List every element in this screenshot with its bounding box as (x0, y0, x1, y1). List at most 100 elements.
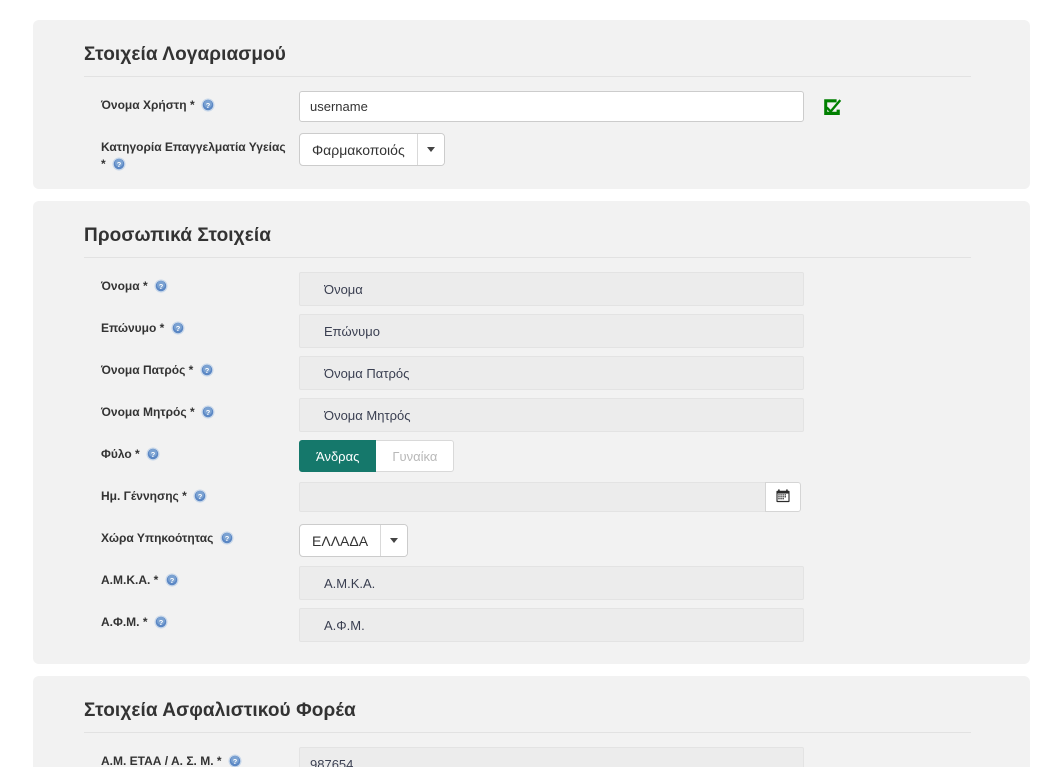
field-nationality: ΕΛΛΑΔΑ (299, 524, 1012, 557)
calendar-picker-button[interactable] (765, 482, 801, 512)
field-row-am-etaa: Α.Μ. ΕΤΑΑ / Α. Σ. Μ. * ? (51, 747, 1012, 767)
svg-text:?: ? (175, 324, 180, 333)
gender-toggle-group: Άνδρας Γυναίκα (299, 440, 455, 472)
label-father-name-text: Όνομα Πατρός * (101, 363, 194, 377)
field-row-profession-category: Κατηγορία Επαγγελματία Υγείας * ? Φαρμακ… (51, 133, 1012, 175)
panel-insurance: Στοιχεία Ασφαλιστικού Φορέα Α.Μ. ΕΤΑΑ / … (33, 676, 1030, 767)
first-name-input[interactable] (299, 272, 804, 306)
label-nationality-text: Χώρα Υπηκοότητας (101, 531, 214, 545)
field-row-amka: Α.Μ.Κ.Α. * ? (51, 566, 1012, 608)
am-etaa-input[interactable] (299, 747, 804, 767)
label-gender: Φύλο * ? (51, 440, 299, 463)
section-title-account: Στοιχεία Λογαριασμού (84, 44, 286, 65)
label-afm-text: Α.Φ.Μ. * (101, 615, 148, 629)
label-last-name: Επώνυμο * ? (51, 314, 299, 337)
field-afm (299, 608, 1012, 642)
help-circle-icon[interactable]: ? (228, 754, 242, 767)
field-row-afm: Α.Φ.Μ. * ? (51, 608, 1012, 650)
field-row-birth-date: Ημ. Γέννησης * ? (51, 482, 1012, 524)
label-mother-name: Όνομα Μητρός * ? (51, 398, 299, 421)
panel-account: Στοιχεία Λογαριασμού Όνομα Χρήστη * ? us… (33, 20, 1030, 189)
help-circle-icon[interactable]: ? (220, 531, 234, 545)
label-am-etaa: Α.Μ. ΕΤΑΑ / Α. Σ. Μ. * ? (51, 747, 299, 767)
afm-input[interactable] (299, 608, 804, 642)
section-title-insurance: Στοιχεία Ασφαλιστικού Φορέα (84, 700, 356, 721)
svg-text:?: ? (206, 408, 211, 417)
field-row-gender: Φύλο * ? Άνδρας Γυναίκα (51, 440, 1012, 482)
label-profession-category: Κατηγορία Επαγγελματία Υγείας * ? (51, 133, 299, 173)
svg-text:?: ? (198, 492, 203, 501)
registration-form-page: Στοιχεία Λογαριασμού Όνομα Χρήστη * ? us… (0, 20, 1048, 767)
label-birth-date: Ημ. Γέννησης * ? (51, 482, 299, 505)
label-last-name-text: Επώνυμο * (101, 321, 165, 335)
label-mother-name-text: Όνομα Μητρός * (101, 405, 195, 419)
field-amka (299, 566, 1012, 600)
help-circle-icon[interactable]: ? (154, 279, 168, 293)
label-am-etaa-text: Α.Μ. ΕΤΑΑ / Α. Σ. Μ. * (101, 754, 222, 767)
username-input[interactable] (299, 91, 804, 122)
calendar-icon (776, 488, 790, 506)
field-gender: Άνδρας Γυναίκα (299, 440, 1012, 472)
father-name-input[interactable] (299, 356, 804, 390)
amka-input[interactable] (299, 566, 804, 600)
help-circle-icon[interactable]: ? (201, 405, 215, 419)
birth-date-input-group (299, 482, 801, 512)
help-circle-icon[interactable]: ? (200, 363, 214, 377)
label-amka-text: Α.Μ.Κ.Α. * (101, 573, 159, 587)
svg-text:?: ? (204, 366, 209, 375)
help-circle-icon[interactable]: ? (112, 157, 126, 171)
label-first-name: Όνομα * ? (51, 272, 299, 295)
field-last-name (299, 314, 1012, 348)
gender-option-female[interactable]: Γυναίκα (376, 440, 455, 472)
personal-fields: Όνομα * ? Επώνυμο * ? (51, 258, 1012, 650)
profession-category-value: Φαρμακοποιός (312, 141, 405, 158)
field-row-username: Όνομα Χρήστη * ? (51, 91, 1012, 133)
label-profession-category-text: Κατηγορία Επαγγελματία Υγείας * (101, 140, 286, 171)
last-name-input[interactable] (299, 314, 804, 348)
profession-category-select[interactable]: Φαρμακοποιός (299, 133, 445, 166)
svg-text:?: ? (159, 282, 164, 291)
field-first-name (299, 272, 1012, 306)
label-birth-date-text: Ημ. Γέννησης * (101, 489, 187, 503)
label-gender-text: Φύλο * (101, 447, 140, 461)
help-circle-icon[interactable]: ? (154, 615, 168, 629)
svg-text:?: ? (159, 618, 164, 627)
field-profession-category: Φαρμακοποιός (299, 133, 1012, 166)
insurance-fields: Α.Μ. ΕΤΑΑ / Α. Σ. Μ. * ? (51, 733, 1012, 767)
label-first-name-text: Όνομα * (101, 279, 148, 293)
label-username: Όνομα Χρήστη * ? (51, 91, 299, 114)
label-nationality: Χώρα Υπηκοότητας ? (51, 524, 299, 547)
mother-name-input[interactable] (299, 398, 804, 432)
svg-text:?: ? (151, 450, 156, 459)
chevron-down-icon[interactable] (416, 134, 444, 165)
field-row-mother-name: Όνομα Μητρός * ? (51, 398, 1012, 440)
help-circle-icon[interactable]: ? (165, 573, 179, 587)
gender-option-male[interactable]: Άνδρας (299, 440, 377, 472)
field-row-last-name: Επώνυμο * ? (51, 314, 1012, 356)
birth-date-input[interactable] (299, 482, 765, 512)
nationality-select[interactable]: ΕΛΛΑΔΑ (299, 524, 409, 557)
field-row-first-name: Όνομα * ? (51, 272, 1012, 314)
help-circle-icon[interactable]: ? (146, 447, 160, 461)
field-mother-name (299, 398, 1012, 432)
field-am-etaa (299, 747, 1012, 767)
section-title-personal: Προσωπικά Στοιχεία (84, 225, 271, 246)
help-circle-icon[interactable]: ? (171, 321, 185, 335)
label-afm: Α.Φ.Μ. * ? (51, 608, 299, 631)
field-row-nationality: Χώρα Υπηκοότητας ? ΕΛΛΑΔΑ (51, 524, 1012, 566)
panel-personal: Προσωπικά Στοιχεία Όνομα * ? Επώνυμο * (33, 201, 1030, 664)
svg-text:?: ? (233, 757, 238, 766)
chevron-down-icon[interactable] (380, 525, 408, 556)
label-username-text: Όνομα Χρήστη * (101, 98, 195, 112)
label-amka: Α.Μ.Κ.Α. * ? (51, 566, 299, 589)
help-circle-icon[interactable]: ? (193, 489, 207, 503)
green-check-box-icon (822, 97, 842, 117)
field-birth-date (299, 482, 1012, 512)
svg-text:?: ? (169, 576, 174, 585)
field-row-father-name: Όνομα Πατρός * ? (51, 356, 1012, 398)
nationality-value: ΕΛΛΑΔΑ (312, 532, 369, 549)
help-circle-icon[interactable]: ? (201, 98, 215, 112)
field-username (299, 91, 1012, 122)
svg-text:?: ? (224, 534, 229, 543)
svg-text:?: ? (206, 101, 211, 110)
